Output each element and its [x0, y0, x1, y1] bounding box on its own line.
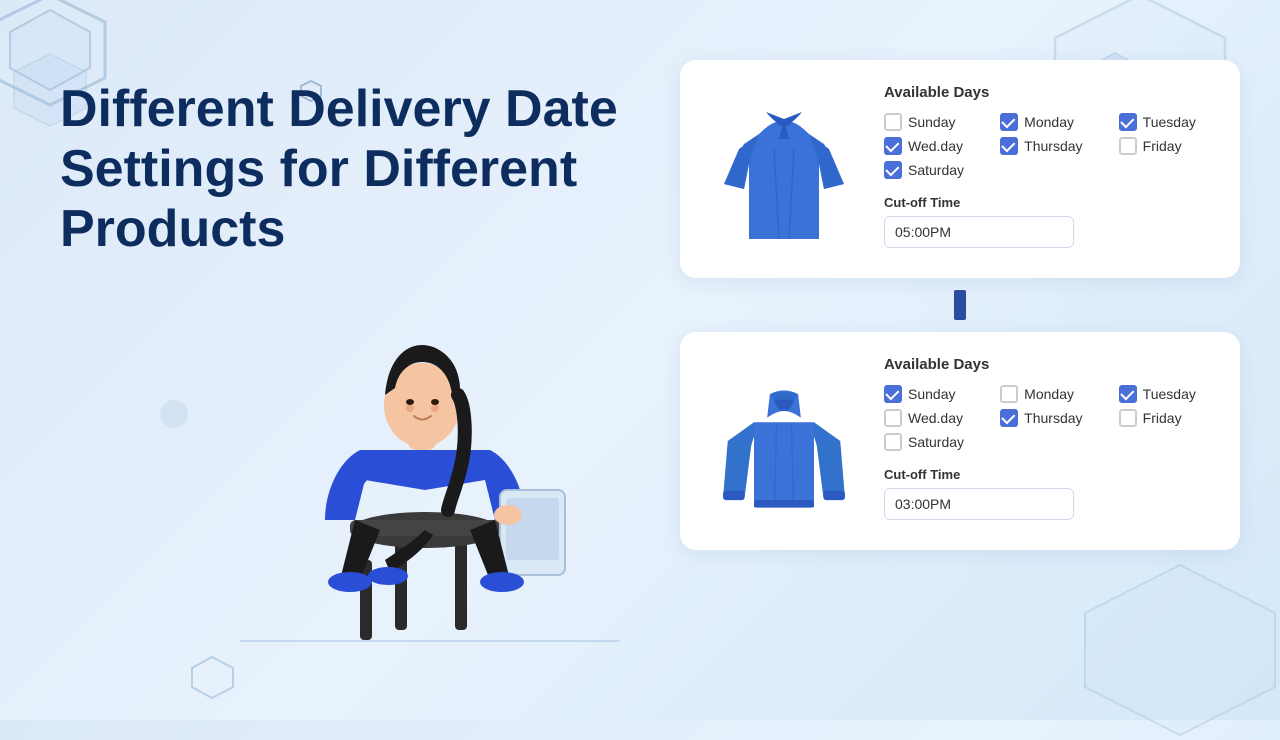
day-friday-2[interactable]: Friday	[1119, 409, 1216, 427]
checkbox-friday-2[interactable]	[1119, 409, 1137, 427]
day-label-sunday-1: Sunday	[908, 114, 955, 130]
day-label-monday-2: Monday	[1024, 386, 1074, 402]
day-monday-1[interactable]: Monday	[1000, 113, 1103, 131]
checkbox-friday-1[interactable]	[1119, 137, 1137, 155]
product-card-2: Available Days Sunday Monday Tuesday	[680, 332, 1240, 550]
day-label-monday-1: Monday	[1024, 114, 1074, 130]
checkbox-sunday-1[interactable]	[884, 113, 902, 131]
card-connector	[954, 290, 966, 320]
day-wednesday-1[interactable]: Wed.day	[884, 137, 984, 155]
checkbox-monday-2[interactable]	[1000, 385, 1018, 403]
day-label-friday-2: Friday	[1143, 410, 1182, 426]
day-monday-2[interactable]: Monday	[1000, 385, 1103, 403]
checkbox-tuesday-1[interactable]	[1119, 113, 1137, 131]
day-thursday-1[interactable]: Thursday	[1000, 137, 1103, 155]
day-tuesday-2[interactable]: Tuesday	[1119, 385, 1216, 403]
cutoff-section-2: Cut-off Time	[884, 467, 1216, 520]
cutoff-input-wrap-2[interactable]	[884, 488, 1074, 520]
cutoff-label-1: Cut-off Time	[884, 195, 1216, 210]
days-grid-2: Sunday Monday Tuesday Wed.day	[884, 385, 1216, 451]
baseline	[240, 640, 620, 642]
product-card-1: Available Days Sunday Monday Tuesday	[680, 60, 1240, 278]
day-label-friday-1: Friday	[1143, 138, 1182, 154]
checkbox-thursday-1[interactable]	[1000, 137, 1018, 155]
person-illustration	[240, 220, 620, 640]
checkbox-sunday-2[interactable]	[884, 385, 902, 403]
day-sunday-2[interactable]: Sunday	[884, 385, 984, 403]
product-settings-2: Available Days Sunday Monday Tuesday	[884, 356, 1216, 520]
cutoff-input-2[interactable]	[885, 489, 1074, 519]
checkbox-saturday-2[interactable]	[884, 433, 902, 451]
checkbox-wednesday-2[interactable]	[884, 409, 902, 427]
product-image-1	[704, 84, 864, 254]
day-friday-1[interactable]: Friday	[1119, 137, 1216, 155]
settings-title-1: Available Days	[884, 84, 1216, 101]
days-grid-1: Sunday Monday Tuesday Wed.day	[884, 113, 1216, 179]
checkbox-monday-1[interactable]	[1000, 113, 1018, 131]
cutoff-section-1: Cut-off Time	[884, 195, 1216, 248]
cutoff-input-1[interactable]	[885, 217, 1074, 247]
day-label-wednesday-2: Wed.day	[908, 410, 963, 426]
cutoff-label-2: Cut-off Time	[884, 467, 1216, 482]
checkbox-thursday-2[interactable]	[1000, 409, 1018, 427]
day-wednesday-2[interactable]: Wed.day	[884, 409, 984, 427]
settings-title-2: Available Days	[884, 356, 1216, 373]
day-label-thursday-2: Thursday	[1024, 410, 1082, 426]
day-sunday-1[interactable]: Sunday	[884, 113, 984, 131]
day-label-saturday-1: Saturday	[908, 162, 964, 178]
checkbox-wednesday-1[interactable]	[884, 137, 902, 155]
checkbox-saturday-1[interactable]	[884, 161, 902, 179]
product-image-2	[704, 356, 864, 526]
day-saturday-1[interactable]: Saturday	[884, 161, 984, 179]
product-settings-1: Available Days Sunday Monday Tuesday	[884, 84, 1216, 248]
day-tuesday-1[interactable]: Tuesday	[1119, 113, 1216, 131]
day-label-thursday-1: Thursday	[1024, 138, 1082, 154]
cutoff-input-wrap-1[interactable]	[884, 216, 1074, 248]
day-saturday-2[interactable]: Saturday	[884, 433, 984, 451]
day-thursday-2[interactable]: Thursday	[1000, 409, 1103, 427]
day-label-saturday-2: Saturday	[908, 434, 964, 450]
day-label-tuesday-1: Tuesday	[1143, 114, 1196, 130]
right-panel: Available Days Sunday Monday Tuesday	[680, 60, 1240, 550]
day-label-sunday-2: Sunday	[908, 386, 955, 402]
day-label-wednesday-1: Wed.day	[908, 138, 963, 154]
day-label-tuesday-2: Tuesday	[1143, 386, 1196, 402]
checkbox-tuesday-2[interactable]	[1119, 385, 1137, 403]
